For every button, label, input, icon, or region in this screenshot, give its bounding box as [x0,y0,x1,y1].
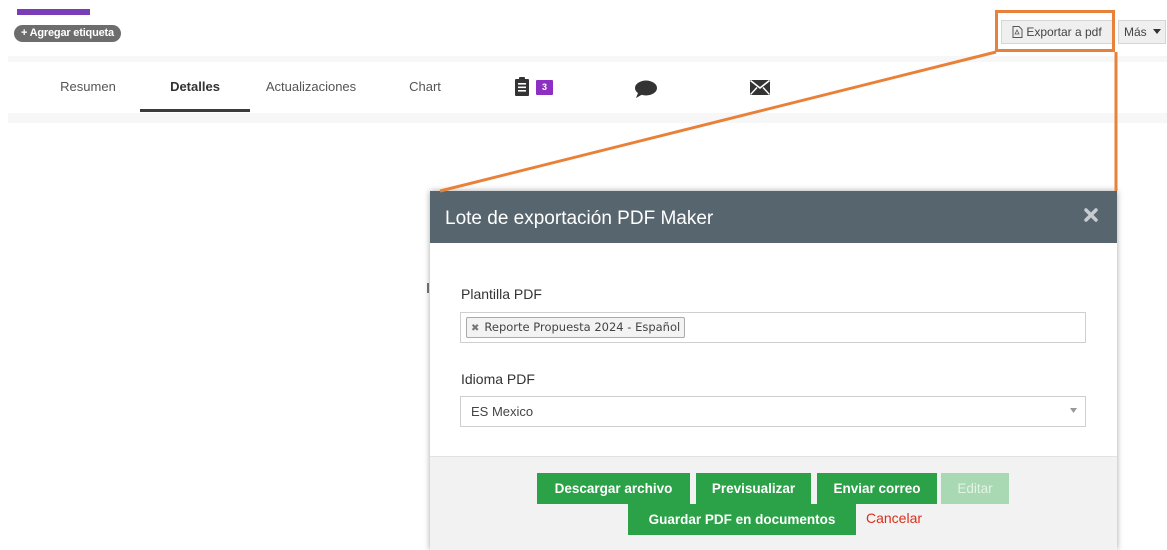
annotation-connector [439,50,1118,193]
export-highlight-box [995,10,1115,52]
connector-line-left [439,50,997,193]
